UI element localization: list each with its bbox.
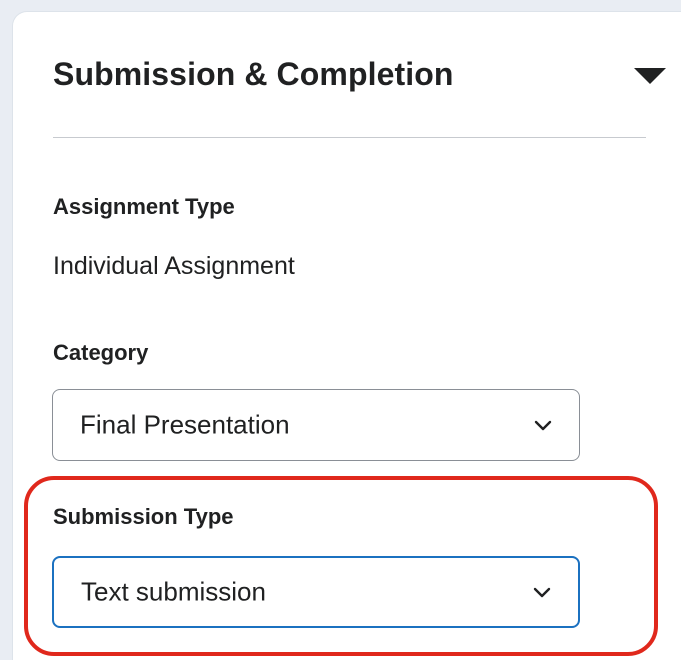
submission-type-label: Submission Type: [53, 504, 234, 529]
panel-header: Submission & Completion: [53, 56, 666, 136]
chevron-down-icon: [533, 587, 551, 598]
category-label: Category: [53, 340, 149, 365]
submission-completion-panel: Submission & Completion Assignment Type …: [13, 12, 681, 660]
category-select[interactable]: Final Presentation: [52, 389, 580, 461]
submission-type-select[interactable]: Text submission: [52, 556, 580, 628]
chevron-down-icon: [534, 420, 552, 431]
section-divider: [53, 137, 646, 138]
assignment-type-label: Assignment Type: [53, 194, 235, 219]
page: Submission & Completion Assignment Type …: [0, 0, 681, 660]
triangle-down-icon: [634, 68, 666, 84]
assignment-type-value: Individual Assignment: [53, 252, 295, 280]
submission-type-selected-value: Text submission: [81, 576, 266, 607]
section-title: Submission & Completion: [53, 56, 454, 92]
category-selected-value: Final Presentation: [80, 409, 290, 440]
collapse-toggle-button[interactable]: [633, 64, 667, 88]
